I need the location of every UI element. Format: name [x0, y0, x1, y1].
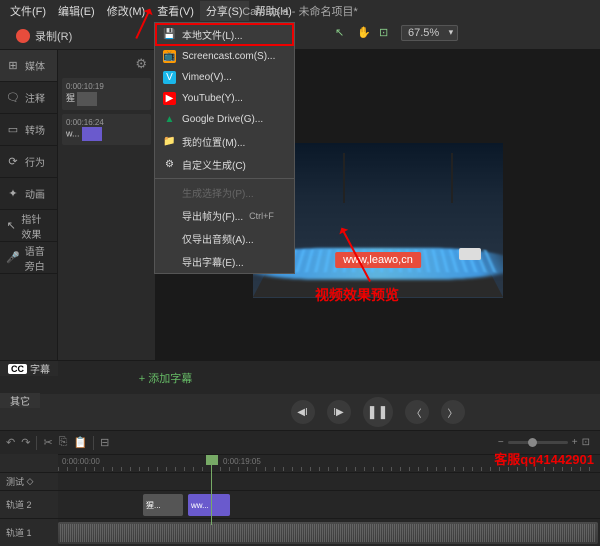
clip-duration: 0:00:16:24	[66, 118, 147, 127]
media-clip[interactable]: 0:00:16:24 w...	[62, 114, 151, 145]
share-dropdown: 💾本地文件(L)... 📺Screencast.com(S)... VVimeo…	[154, 22, 295, 274]
folder-icon: 📁	[163, 135, 176, 148]
separator	[155, 178, 294, 179]
track-header[interactable]: 轨道 2	[0, 491, 58, 518]
cc-icon: CC	[8, 364, 27, 374]
side-tabs: ⊞媒体 🗨注释 ▭转场 ⟳行为 ✦动画 ↖指针效果 🎤语音旁白	[0, 50, 58, 360]
redo-icon[interactable]: ↷	[21, 436, 30, 449]
menu-file[interactable]: 文件(F)	[4, 1, 52, 21]
prev-button[interactable]: ◀I	[291, 400, 315, 424]
tab-behavior[interactable]: ⟳行为	[0, 146, 57, 178]
annotation-kefu: 客服qq41442901	[494, 449, 594, 468]
step-fwd-button[interactable]: 〈	[405, 400, 429, 424]
media-panel: ⚙ 0:00:10:19 猩 0:00:16:24 w...	[58, 50, 156, 360]
shortcut: Ctrl+F	[249, 211, 273, 221]
subtitle-bar: CC字幕 其它 + 添加字幕	[0, 360, 600, 394]
split-icon[interactable]: ⊟	[100, 436, 109, 449]
timeline-clip[interactable]	[58, 522, 598, 544]
share-gdrive[interactable]: ▲Google Drive(G)...	[155, 109, 294, 130]
app-title: Camtasia - 未命名项目*	[242, 3, 358, 19]
share-screencast[interactable]: 📺Screencast.com(S)...	[155, 46, 294, 67]
crop-icon[interactable]: ⊡	[379, 26, 393, 40]
ruler-tick: 0:00:00:00	[62, 457, 100, 466]
disk-icon: 💾	[163, 28, 176, 41]
behavior-icon: ⟳	[6, 155, 20, 169]
tab-other[interactable]: 其它	[0, 393, 40, 408]
zoom-in-icon[interactable]: +	[572, 437, 578, 448]
copy-icon[interactable]: ⎘	[59, 436, 68, 449]
cut-icon[interactable]: ✂	[43, 436, 52, 449]
hand-icon[interactable]: ✋	[357, 26, 371, 40]
track-body[interactable]	[58, 519, 600, 546]
gear-icon[interactable]: ⚙	[62, 54, 151, 74]
clip-duration: 0:00:10:19	[66, 82, 147, 91]
menu-view[interactable]: 查看(V)	[151, 1, 200, 21]
tab-transition[interactable]: ▭转场	[0, 114, 57, 146]
canvas-tools: ↖ ✋ ⊡ 67.5%	[335, 25, 458, 41]
youtube-icon: ▶	[163, 92, 176, 105]
mic-icon: 🎤	[6, 251, 20, 265]
diamond-icon: ◇	[27, 476, 34, 487]
clip-thumb	[82, 127, 102, 141]
next-button[interactable]: 〉	[441, 400, 465, 424]
menu-edit[interactable]: 编辑(E)	[52, 1, 101, 21]
share-custom[interactable]: ⚙自定义生成(C)	[155, 153, 294, 176]
vimeo-icon: V	[163, 71, 176, 84]
transition-icon: ▭	[6, 123, 20, 137]
tracks: 测试 ◇ 轨道 2 猩... ww... 轨道 1	[0, 472, 600, 546]
zoom-fit-icon[interactable]: ⊡	[582, 437, 590, 448]
animation-icon: ✦	[6, 187, 20, 201]
annotation-text: 视频效果预览	[315, 285, 399, 305]
media-icon: ⊞	[6, 59, 20, 73]
share-local-file[interactable]: 💾本地文件(L)...	[155, 23, 294, 46]
track-header[interactable]: 测试 ◇	[0, 473, 58, 490]
share-produce-selection: 生成选择为(P)...	[155, 181, 294, 204]
ruler-tick: 0:00:19:05	[223, 457, 261, 466]
track-row: 测试 ◇	[0, 472, 600, 490]
track-header[interactable]: 轨道 1	[0, 519, 58, 546]
annotation-icon: 🗨	[6, 91, 20, 105]
watermark: www,leawo,cn	[335, 252, 421, 268]
tab-voice[interactable]: 🎤语音旁白	[0, 242, 57, 274]
tab-caption[interactable]: CC字幕	[0, 361, 58, 376]
record-label: 录制(R)	[35, 28, 72, 44]
share-vimeo[interactable]: VVimeo(V)...	[155, 67, 294, 88]
track-body[interactable]	[58, 473, 600, 490]
zoom-select[interactable]: 67.5%	[401, 25, 458, 41]
step-back-button[interactable]: I▶	[327, 400, 351, 424]
cursor-icon: ↖	[6, 219, 16, 233]
playhead[interactable]	[206, 455, 218, 465]
toolbar: 录制(R)	[0, 22, 600, 50]
pointer-icon[interactable]: ↖	[335, 26, 349, 40]
share-myplaces[interactable]: 📁我的位置(M)...	[155, 130, 294, 153]
timeline-clip[interactable]: 猩...	[143, 494, 183, 516]
screencast-icon: 📺	[163, 50, 176, 63]
media-clip[interactable]: 0:00:10:19 猩	[62, 78, 151, 110]
paste-icon[interactable]: 📋	[73, 436, 87, 449]
track-body[interactable]: 猩... ww...	[58, 491, 600, 518]
record-icon	[16, 29, 30, 43]
undo-icon[interactable]: ↶	[6, 436, 15, 449]
zoom-slider[interactable]: − + ⊡	[498, 437, 590, 448]
share-export-subtitle[interactable]: 导出字幕(E)...	[155, 250, 294, 273]
tab-animation[interactable]: ✦动画	[0, 178, 57, 210]
tab-cursor[interactable]: ↖指针效果	[0, 210, 57, 242]
tab-media[interactable]: ⊞媒体	[0, 50, 57, 82]
pause-button[interactable]: ❚❚	[363, 397, 393, 427]
add-subtitle-button[interactable]: + 添加字幕	[58, 361, 273, 394]
gear-icon: ⚙	[163, 158, 176, 171]
share-export-frame[interactable]: 导出帧为(F)...Ctrl+F	[155, 204, 294, 227]
clip-thumb	[77, 92, 97, 106]
tab-annotation[interactable]: 🗨注释	[0, 82, 57, 114]
timeline-clip[interactable]: ww...	[188, 494, 230, 516]
track-row: 轨道 1	[0, 518, 600, 546]
gdrive-icon: ▲	[163, 113, 176, 126]
track-row: 轨道 2 猩... ww...	[0, 490, 600, 518]
share-youtube[interactable]: ▶YouTube(Y)...	[155, 88, 294, 109]
share-export-audio[interactable]: 仅导出音频(A)...	[155, 227, 294, 250]
zoom-out-icon[interactable]: −	[498, 437, 504, 448]
playback-controls: ◀I I▶ ❚❚ 〈 〉	[0, 394, 600, 430]
record-button[interactable]: 录制(R)	[8, 26, 80, 46]
